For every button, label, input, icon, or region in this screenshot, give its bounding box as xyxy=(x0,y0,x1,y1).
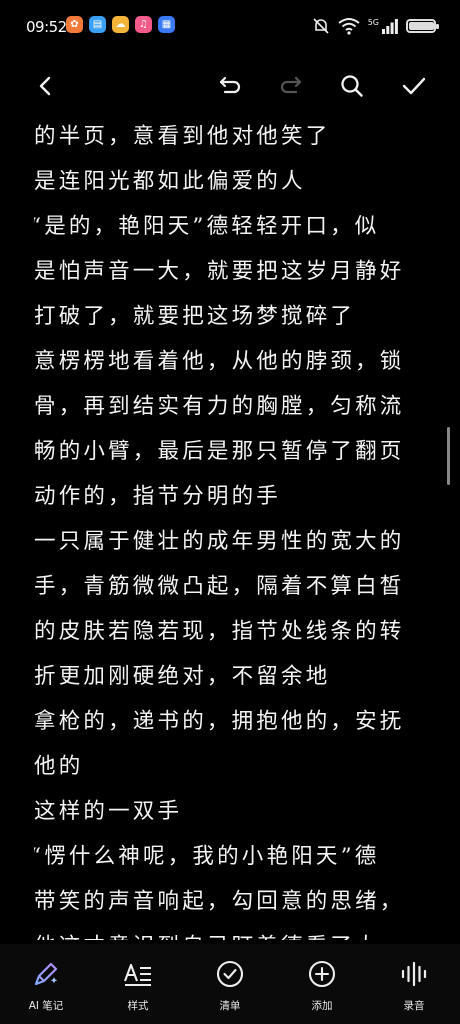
text-line: 折更加刚硬绝对，不留余地 xyxy=(34,664,331,689)
network-type: 5G xyxy=(367,18,379,27)
text-line: 打破了，就要把这场梦搅碎了 xyxy=(34,304,356,329)
checklist-button[interactable]: 清单 xyxy=(190,944,270,1013)
undo-icon xyxy=(219,76,241,94)
undo-button[interactable] xyxy=(210,62,250,110)
signal-bars-icon xyxy=(382,19,398,34)
text-line: 他的 xyxy=(34,754,84,779)
text-line: 是连阳光都如此偏爱的人 xyxy=(34,169,306,194)
nav-label: 清单 xyxy=(219,1000,241,1012)
status-bar: 09:52 ✿ ▤ ☁ ♫ ▦ 5G xyxy=(0,0,460,56)
check-circle-icon xyxy=(216,960,244,988)
redo-button[interactable] xyxy=(271,62,311,110)
nav-label: 录音 xyxy=(403,1000,425,1012)
nav-label: AI 笔记 xyxy=(28,1000,64,1012)
text-line: 拿枪的，递书的，拥抱他的，安抚 xyxy=(34,709,405,734)
books-app-icon: ▤ xyxy=(89,16,106,33)
text-line: 动作的，指节分明的手 xyxy=(34,484,282,509)
done-button[interactable] xyxy=(394,62,434,110)
text-line: 是怕声音一大，就要把这岁月静好 xyxy=(34,259,405,284)
editor-toolbar xyxy=(0,62,460,110)
checkmark-icon xyxy=(402,77,426,95)
text-line: “是的，艳阳天”德轻轻开口，似 xyxy=(34,214,380,239)
back-button[interactable] xyxy=(26,62,66,110)
text-line: 的半页，意看到他对他笑了 xyxy=(34,124,331,149)
text-line: 意楞楞地看着他，从他的脖颈，锁 xyxy=(34,349,405,374)
status-indicators: 5G xyxy=(312,17,439,35)
orange-app-icon: ✿ xyxy=(66,16,83,33)
music-app-icon: ♫ xyxy=(135,16,152,33)
signal-indicator: 5G xyxy=(368,18,398,34)
waveform-icon xyxy=(401,961,427,987)
weather-app-icon: ☁ xyxy=(112,16,129,33)
plus-circle-icon xyxy=(308,960,336,988)
battery-icon xyxy=(406,19,439,33)
text-line: 畅的小臂，最后是那只暂停了翻页 xyxy=(34,439,405,464)
calendar-app-icon: ▦ xyxy=(158,16,175,33)
record-button[interactable]: 录音 xyxy=(374,944,454,1013)
scrollbar[interactable] xyxy=(447,427,450,485)
text-line: 一只属于健壮的成年男性的宽大的 xyxy=(34,529,405,554)
wifi-icon xyxy=(338,18,360,35)
ai-notes-button[interactable]: AI 笔记 xyxy=(6,944,86,1013)
style-button[interactable]: 样式 xyxy=(98,944,178,1013)
ai-pen-icon xyxy=(34,962,58,986)
redo-icon xyxy=(280,76,302,94)
status-app-icons: ✿ ▤ ☁ ♫ ▦ xyxy=(66,16,175,33)
search-button[interactable] xyxy=(332,62,372,110)
text-style-icon xyxy=(124,963,151,986)
add-button[interactable]: 添加 xyxy=(282,944,362,1013)
text-line: “愣什么神呢，我的小艳阳天”德 xyxy=(34,844,380,869)
mute-icon xyxy=(313,18,329,34)
back-arrow-icon xyxy=(39,76,51,96)
nav-label: 样式 xyxy=(127,1000,149,1012)
status-time: 09:52 xyxy=(26,18,67,36)
bottom-toolbar: AI 笔记 样式 清单 添加 录音 xyxy=(0,944,460,1024)
note-body[interactable]: 的半页，意看到他对他笑了 是连阳光都如此偏爱的人 “是的，艳阳天”德轻轻开口，似 是怕… xyxy=(34,114,424,940)
text-line: 手，青筋微微凸起，隔着不算白皙 xyxy=(34,574,405,599)
search-icon xyxy=(341,75,363,97)
text-line: 他这才意识到自己盯着德看了太 xyxy=(34,924,424,940)
text-line: 这样的一双手 xyxy=(34,799,183,824)
battery-level xyxy=(409,22,434,30)
text-line: 带笑的声音响起，勾回意的思绪， xyxy=(34,889,405,914)
text-line: 骨，再到结实有力的胸膛，匀称流 xyxy=(34,394,405,419)
text-line: 的皮肤若隐若现，指节处线条的转 xyxy=(34,619,405,644)
nav-label: 添加 xyxy=(311,1000,333,1012)
